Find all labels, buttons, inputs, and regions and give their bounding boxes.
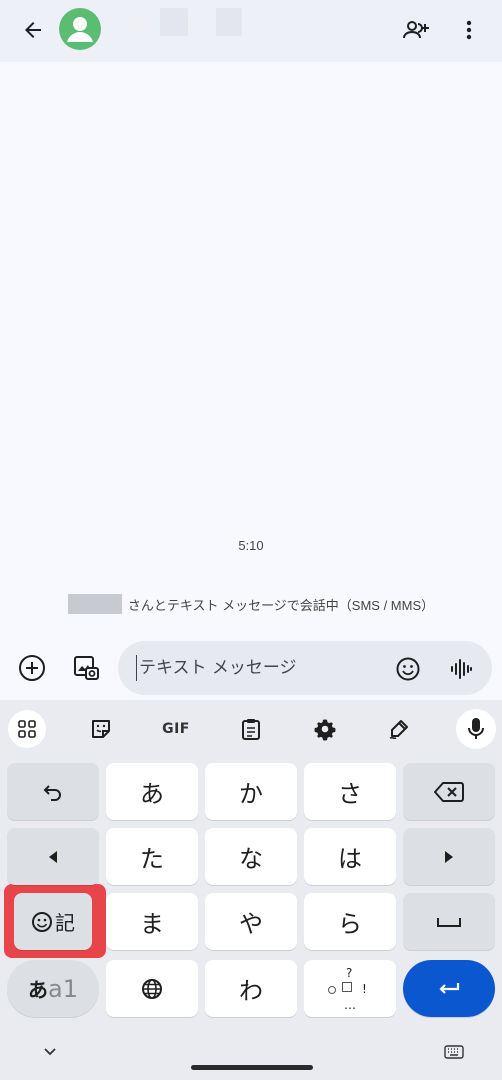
keyboard-settings-button[interactable]: [306, 710, 344, 748]
contact-name-redacted: [160, 8, 188, 36]
message-input[interactable]: [136, 655, 376, 681]
arrow-right-solid-icon: [445, 850, 453, 863]
gif-button[interactable]: GIF: [154, 710, 198, 748]
space-key[interactable]: [403, 893, 495, 950]
hide-keyboard-button[interactable]: [38, 1040, 62, 1064]
language-key[interactable]: [106, 960, 198, 1017]
conversation-area[interactable]: [0, 62, 502, 582]
voice-message-button[interactable]: [446, 654, 476, 684]
clipboard-button[interactable]: [232, 710, 270, 748]
mic-icon: [468, 718, 484, 739]
backspace-icon: [434, 781, 464, 802]
contact-name-redacted: [216, 8, 242, 36]
emoji-icon: [32, 911, 52, 932]
backspace-key[interactable]: [403, 763, 495, 820]
keyboard-bottom-bar: [0, 1030, 502, 1080]
sms-notice-text: さんとテキスト メッセージで会話中（SMS / MMS）: [127, 597, 435, 613]
sms-mode-notice: さんとテキスト メッセージで会話中（SMS / MMS）: [0, 588, 502, 620]
key-label: ま: [140, 910, 164, 938]
key-a[interactable]: あ: [106, 763, 198, 820]
key-label: か: [239, 780, 263, 808]
voice-input-button[interactable]: [456, 709, 496, 749]
key-label: や: [239, 910, 263, 938]
sticker-icon: [92, 720, 110, 738]
undo-key[interactable]: [7, 763, 99, 820]
enter-icon: [439, 982, 460, 994]
key-ma[interactable]: ま: [106, 893, 198, 950]
punct-period: [328, 985, 336, 994]
emoji-icon: [396, 657, 420, 681]
arrow-left-solid-icon: [49, 850, 57, 863]
globe-icon: [142, 978, 162, 999]
gesture-nav-handle[interactable]: [191, 1065, 313, 1070]
person-icon: [67, 17, 93, 42]
gallery-button[interactable]: [68, 650, 104, 686]
key-label: は: [338, 845, 362, 873]
sticker-button[interactable]: [82, 710, 120, 748]
key-wa[interactable]: わ: [205, 960, 297, 1017]
key-label: さ: [338, 780, 362, 808]
cursor-left-key[interactable]: [7, 828, 99, 885]
clipboard-icon: [242, 719, 260, 740]
keyboard-icon: [444, 1045, 464, 1059]
key-label: た: [140, 845, 164, 873]
arrow-left-icon: [25, 22, 41, 38]
handwriting-icon: [389, 720, 408, 740]
voice-waveform-icon: [451, 659, 472, 679]
symbol-key[interactable]: 記: [14, 893, 92, 950]
add-circle-icon: [19, 655, 45, 681]
more-vert-icon: [466, 20, 472, 40]
punct-exclaim: !: [362, 981, 367, 996]
punctuation-glyphs: ? ! …: [320, 964, 380, 1014]
mode-kana-label: あ: [28, 978, 48, 1002]
contact-name-redacted: [118, 8, 156, 36]
mode-alpha-label: a1: [48, 974, 78, 1003]
symbol-key-label: 記: [55, 911, 75, 935]
switch-keyboard-button[interactable]: [440, 1040, 468, 1064]
key-label: ら: [338, 910, 362, 938]
keyboard-apps-button[interactable]: [8, 710, 46, 748]
gear-icon: [314, 719, 336, 741]
more-options-button[interactable]: [452, 11, 486, 49]
add-person-button[interactable]: [396, 11, 436, 49]
attach-button[interactable]: [14, 650, 50, 686]
key-ra[interactable]: ら: [304, 893, 396, 950]
avatar[interactable]: [59, 8, 101, 50]
key-ya[interactable]: や: [205, 893, 297, 950]
key-label: わ: [239, 977, 263, 1005]
back-button[interactable]: [14, 11, 52, 49]
punct-question: ?: [346, 965, 353, 980]
chevron-down-icon: [44, 1048, 56, 1056]
key-ka[interactable]: か: [205, 763, 297, 820]
message-timestamp: 5:10: [238, 538, 264, 553]
key-label: あ: [140, 780, 164, 808]
key-na[interactable]: な: [205, 828, 297, 885]
key-ta[interactable]: た: [106, 828, 198, 885]
person-add-icon: [403, 21, 429, 39]
cursor-right-key[interactable]: [403, 828, 495, 885]
punct-comma: [342, 981, 352, 992]
enter-key[interactable]: [403, 960, 495, 1017]
input-mode-key[interactable]: あ a1: [7, 960, 99, 1017]
handwriting-button[interactable]: [380, 710, 418, 748]
undo-icon: [43, 784, 61, 801]
emoji-button[interactable]: [393, 654, 423, 684]
apps-grid-icon: [18, 720, 36, 738]
key-sa[interactable]: さ: [304, 763, 396, 820]
gallery-icon: [74, 656, 99, 680]
punctuation-key[interactable]: ? ! …: [304, 960, 396, 1017]
space-icon: [437, 917, 461, 927]
contact-name-redacted: [67, 594, 122, 614]
key-label: な: [239, 845, 263, 873]
punct-ellipsis: …: [344, 997, 356, 1012]
key-ha[interactable]: は: [304, 828, 396, 885]
gif-label: GIF: [162, 721, 190, 737]
